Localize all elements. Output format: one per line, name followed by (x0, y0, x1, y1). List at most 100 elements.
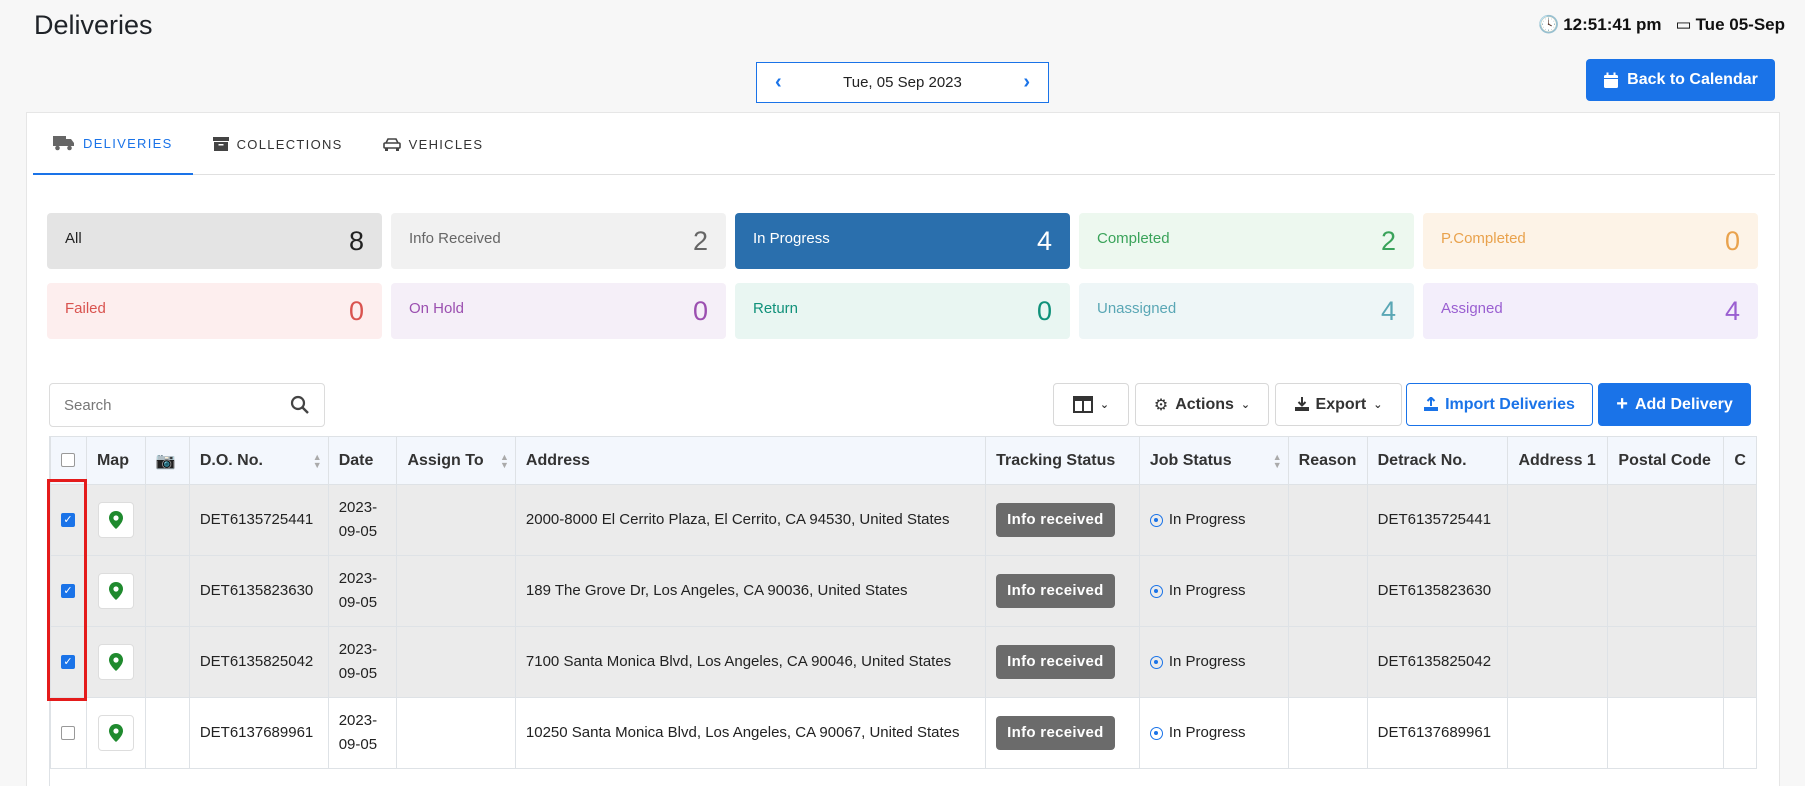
tab-deliveries[interactable]: DELIVERIES (33, 113, 193, 175)
column-header-address[interactable]: Address (514, 436, 987, 485)
tracking-status-cell: Info received (985, 626, 1140, 698)
address-cell[interactable]: 2000-8000 El Cerrito Plaza, El Cerrito, … (514, 484, 987, 556)
clock: 🕓 12:51:41 pm ▭ Tue 05-Sep (1538, 15, 1785, 35)
status-filter-count: 2 (692, 225, 708, 256)
upload-icon (1424, 397, 1439, 411)
table-row[interactable]: ✓ DET6135825042 2023- 09-05 7100 Santa Moni… (50, 626, 1757, 698)
address-cell[interactable]: 189 The Grove Dr, Los Angeles, CA 90036,… (514, 555, 987, 627)
detrack-no-cell: DET6135725441 (1366, 484, 1509, 556)
search-input[interactable] (64, 396, 290, 414)
map-pin-button[interactable] (97, 715, 134, 751)
status-filter-assigned[interactable]: Assigned 4 (1423, 283, 1758, 339)
column-header-job-status[interactable]: Job Status ▲ ▼ (1138, 436, 1289, 485)
column-header-truncated[interactable]: C (1723, 436, 1757, 485)
select-all-header (50, 436, 87, 485)
status-filter-label: Info Received (409, 229, 501, 247)
status-filter-count: 8 (348, 225, 364, 256)
import-deliveries-button[interactable]: Import Deliveries (1406, 383, 1593, 426)
column-header-address-1[interactable]: Address 1 (1507, 436, 1609, 485)
map-pin-button[interactable] (97, 644, 134, 680)
table-row[interactable]: ✓ DET6135725441 2023- 09-05 2000-8000 El Ce… (50, 484, 1757, 556)
tab-vehicles[interactable]: VEHICLES (363, 113, 504, 175)
select-all-checkbox[interactable] (61, 453, 75, 468)
column-header-do-no[interactable]: D.O. No. ▲ ▼ (188, 436, 329, 485)
table-body: ✓ DET6135725441 2023- 09-05 2000-8000 El Ce… (50, 484, 1757, 769)
status-filter-p-completed[interactable]: P.Completed 0 (1423, 213, 1758, 269)
do-no-cell[interactable]: DET6137689961 (188, 697, 329, 769)
export-label: Export (1315, 395, 1367, 413)
current-date-display[interactable]: Tue, 05 Sep 2023 (843, 74, 962, 91)
map-pin-button[interactable] (97, 573, 134, 609)
calendar-icon (1604, 72, 1619, 88)
assign-to-cell[interactable] (396, 555, 516, 627)
status-filter-label: Return (753, 299, 799, 317)
assign-to-cell[interactable] (396, 697, 516, 769)
postal-code-cell (1607, 484, 1725, 556)
column-header-photo[interactable]: 📷 (144, 436, 190, 485)
status-filter-failed[interactable]: Failed 0 (47, 283, 382, 339)
column-header-tracking-status[interactable]: Tracking Status (985, 436, 1140, 485)
job-status-cell: In Progress (1138, 626, 1289, 698)
column-header-label: Assign To (407, 451, 484, 469)
status-filter-return[interactable]: Return 0 (735, 283, 1070, 339)
status-filter-completed[interactable]: Completed 2 (1079, 213, 1414, 269)
column-header-detrack-no[interactable]: Detrack No. (1366, 436, 1509, 485)
back-to-calendar-button[interactable]: Back to Calendar (1586, 59, 1775, 101)
status-filter-count: 4 (1380, 295, 1396, 326)
photo-cell (144, 555, 190, 627)
job-status-cell: In Progress (1138, 484, 1289, 556)
date-cell: 2023- 09-05 (327, 555, 398, 627)
page-title: Deliveries (34, 10, 153, 40)
in-progress-icon (1149, 726, 1163, 740)
column-header-assign-to[interactable]: Assign To ▲ ▼ (396, 436, 516, 485)
in-progress-icon (1149, 655, 1163, 669)
status-filter-all[interactable]: All 8 (47, 213, 382, 269)
calendar-small-icon: ▭ (1675, 15, 1692, 34)
column-header-date[interactable]: Date (327, 436, 398, 485)
column-chooser-button[interactable]: ⌄ (1053, 383, 1129, 426)
status-filter-count: 4 (1036, 225, 1052, 256)
actions-button[interactable]: ⚙ Actions ⌄ (1135, 383, 1269, 426)
tracking-status-cell: Info received (985, 697, 1140, 769)
column-header-map[interactable]: Map (85, 436, 146, 485)
search-icon[interactable] (290, 395, 310, 415)
column-header-label: Job Status (1149, 451, 1232, 469)
address-cell[interactable]: 7100 Santa Monica Blvd, Los Angeles, CA … (514, 626, 987, 698)
deliveries-table: Map 📷 D.O. No. ▲ ▼ Date Assign To ▲ ▼ Addres… (50, 436, 1757, 769)
row-select-cell: ✓ (50, 555, 87, 627)
status-filter-on-hold[interactable]: On Hold 0 (391, 283, 726, 339)
add-delivery-button[interactable]: + Add Delivery (1598, 383, 1751, 426)
assign-to-cell[interactable] (396, 626, 516, 698)
address-1-cell (1507, 484, 1609, 556)
status-filter-unassigned[interactable]: Unassigned 4 (1079, 283, 1414, 339)
do-no-cell[interactable]: DET6135823630 (188, 555, 329, 627)
column-header-reason[interactable]: Reason (1287, 436, 1368, 485)
table-row[interactable]: DET6137689961 2023- 09-05 10250 Santa Moni… (50, 697, 1757, 769)
export-button[interactable]: Export ⌄ (1275, 383, 1402, 426)
do-no-cell[interactable]: DET6135825042 (188, 626, 329, 698)
search-box (49, 383, 325, 427)
assign-to-cell[interactable] (396, 484, 516, 556)
tab-collections[interactable]: COLLECTIONS (193, 113, 363, 175)
row-checkbox[interactable]: ✓ (61, 584, 75, 599)
tracking-status-badge: Info received (996, 503, 1115, 537)
do-no-cell[interactable]: DET6135725441 (188, 484, 329, 556)
status-filter-in-progress[interactable]: In Progress 4 (735, 213, 1070, 269)
prev-day-button[interactable]: ‹ (775, 71, 782, 94)
import-label: Import Deliveries (1445, 395, 1575, 413)
tracking-status-badge: Info received (996, 574, 1115, 608)
address-cell[interactable]: 10250 Santa Monica Blvd, Los Angeles, CA… (514, 697, 987, 769)
photo-cell (144, 484, 190, 556)
date-cell: 2023- 09-05 (327, 626, 398, 698)
map-pin-button[interactable] (97, 502, 134, 538)
row-checkbox[interactable]: ✓ (61, 513, 75, 528)
row-checkbox[interactable]: ✓ (61, 655, 75, 670)
status-filter-info-received[interactable]: Info Received 2 (391, 213, 726, 269)
row-checkbox[interactable] (61, 726, 75, 741)
column-header-postal-code[interactable]: Postal Code (1607, 436, 1725, 485)
reason-cell (1287, 484, 1368, 556)
address-1-cell (1507, 555, 1609, 627)
next-day-button[interactable]: › (1023, 71, 1030, 94)
table-header-row: Map 📷 D.O. No. ▲ ▼ Date Assign To ▲ ▼ Addres… (50, 436, 1757, 485)
table-row[interactable]: ✓ DET6135823630 2023- 09-05 189 The Grove D… (50, 555, 1757, 627)
